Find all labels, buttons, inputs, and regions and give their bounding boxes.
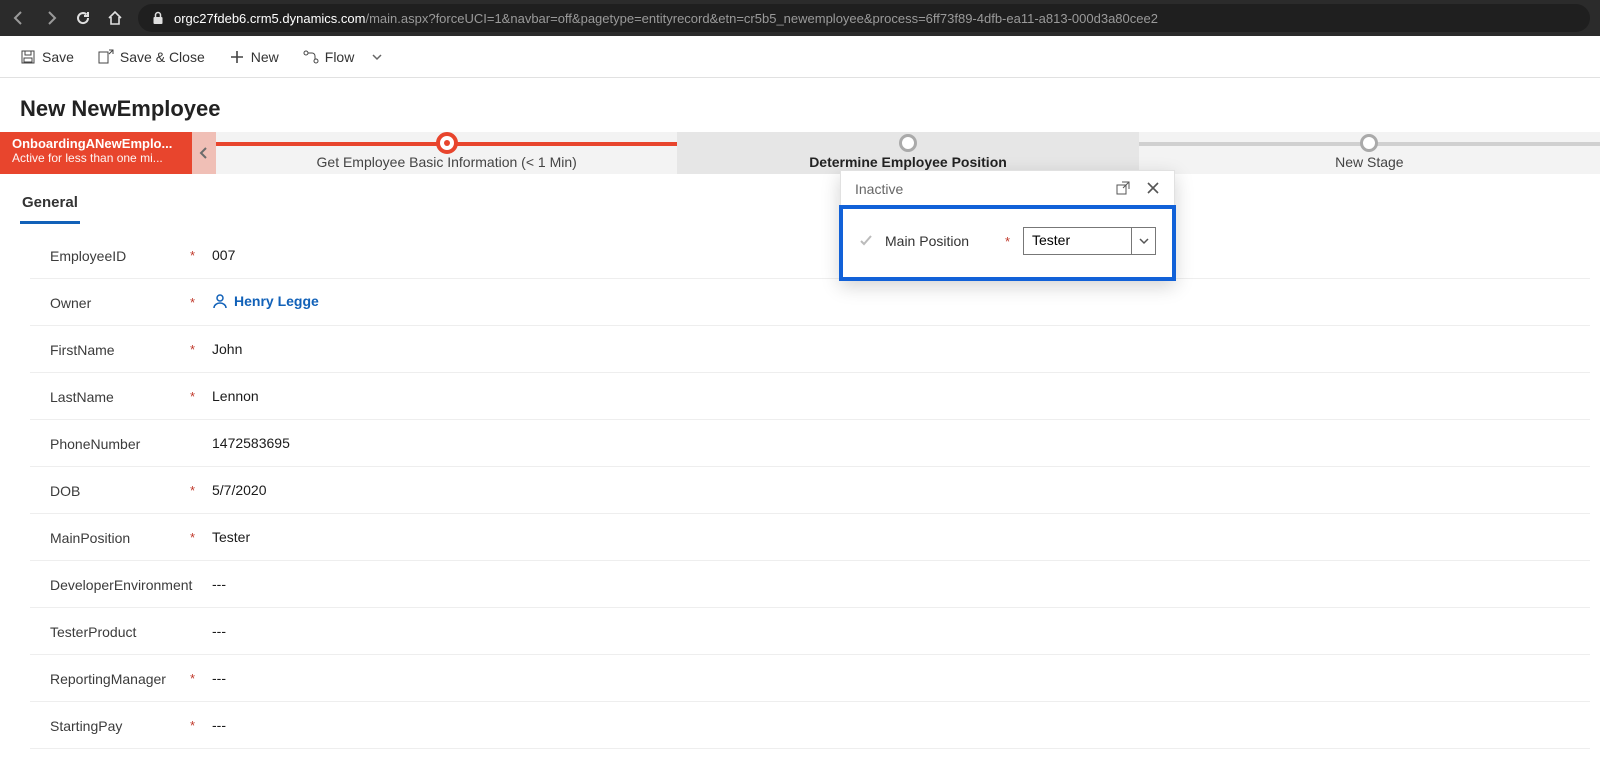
bpf-stage-3-label: New Stage [1335, 154, 1403, 170]
bpf-status: Active for less than one mi... [12, 151, 184, 165]
url-domain: orgc27fdeb6.crm5.dynamics.com [174, 11, 365, 26]
required-mark: * [1005, 234, 1013, 249]
field-label: TesterProduct [50, 622, 190, 640]
save-close-button[interactable]: Save & Close [88, 43, 215, 71]
close-icon[interactable] [1146, 181, 1162, 197]
bpf-stages: Get Employee Basic Information (< 1 Min)… [216, 132, 1600, 174]
url-path: /main.aspx?forceUCI=1&navbar=off&pagetyp… [365, 11, 1157, 26]
bpf-stage-1-label: Get Employee Basic Information (< 1 Min) [317, 154, 577, 170]
reload-button[interactable] [74, 9, 92, 27]
form-row: PhoneNumber 1472583695 [30, 420, 1590, 467]
bpf-stage-3[interactable]: New Stage [1139, 132, 1600, 174]
owner-link[interactable]: Henry Legge [212, 293, 319, 309]
stage-callout: Inactive Main Position * Tester [840, 170, 1175, 280]
browser-chrome: orgc27fdeb6.crm5.dynamics.com/main.aspx?… [0, 0, 1600, 36]
required-mark: * [190, 530, 204, 545]
field-label: FirstName [50, 340, 190, 358]
callout-header: Inactive [841, 171, 1174, 207]
field-value[interactable]: Tester [204, 529, 1590, 545]
form: EmployeeID*007Owner*Henry LeggeFirstName… [0, 224, 1600, 749]
bpf-stage-2-label: Determine Employee Position [809, 154, 1007, 170]
callout-field-label: Main Position [885, 233, 995, 249]
new-label: New [251, 49, 279, 65]
field-value[interactable]: John [204, 341, 1590, 357]
page-header: New NewEmployee [0, 78, 1600, 132]
lock-icon [152, 11, 164, 25]
field-label: PhoneNumber [50, 434, 190, 452]
required-mark: * [190, 248, 204, 263]
field-value[interactable]: 5/7/2020 [204, 482, 1590, 498]
bpf-name: OnboardingANewEmplo... [12, 136, 184, 151]
home-button[interactable] [106, 9, 124, 27]
bpf-node-done-icon [436, 132, 458, 154]
form-row: TesterProduct --- [30, 608, 1590, 655]
field-label: StartingPay [50, 716, 190, 734]
required-mark: * [190, 671, 204, 686]
callout-status: Inactive [855, 181, 903, 197]
bpf-header[interactable]: OnboardingANewEmplo... Active for less t… [0, 132, 192, 174]
new-button[interactable]: New [219, 43, 289, 71]
field-value[interactable]: --- [204, 576, 1590, 592]
field-value[interactable]: --- [204, 623, 1590, 639]
form-row: DOB*5/7/2020 [30, 467, 1590, 514]
save-close-icon [98, 49, 114, 65]
field-value[interactable]: 1472583695 [204, 435, 1590, 451]
bpf-collapse[interactable] [192, 132, 216, 174]
required-mark: * [190, 718, 204, 733]
callout-body: Main Position * Tester [839, 205, 1176, 281]
tab-general[interactable]: General [20, 188, 80, 224]
bpf-bar: OnboardingANewEmplo... Active for less t… [0, 132, 1600, 174]
popout-icon[interactable] [1116, 181, 1132, 197]
field-value[interactable]: --- [204, 717, 1590, 733]
flow-button[interactable]: Flow [293, 43, 365, 71]
required-mark: * [190, 295, 204, 310]
person-icon [212, 293, 228, 309]
bpf-stage-2[interactable]: Determine Employee Position [677, 132, 1138, 174]
field-value[interactable]: --- [204, 670, 1590, 686]
owner-name: Henry Legge [234, 293, 319, 309]
forward-button[interactable] [42, 9, 60, 27]
main-position-select[interactable]: Tester [1023, 227, 1156, 255]
field-label: MainPosition [50, 528, 190, 546]
form-row: MainPosition*Tester [30, 514, 1590, 561]
chevron-down-icon[interactable] [1131, 228, 1155, 254]
save-icon [20, 49, 36, 65]
bpf-node-icon [1360, 134, 1378, 152]
field-label: DOB [50, 481, 190, 499]
required-mark: * [190, 342, 204, 357]
required-mark: * [190, 483, 204, 498]
field-label: EmployeeID [50, 246, 190, 264]
form-row: StartingPay*--- [30, 702, 1590, 749]
field-label: DeveloperEnvironment [50, 575, 190, 593]
flow-label: Flow [325, 49, 355, 65]
form-row: LastName*Lennon [30, 373, 1590, 420]
bpf-node-icon [899, 134, 917, 152]
save-label: Save [42, 49, 74, 65]
field-label: ReportingManager [50, 669, 190, 687]
tab-bar: General [0, 174, 1600, 224]
required-mark: * [190, 389, 204, 404]
save-close-label: Save & Close [120, 49, 205, 65]
form-row: EmployeeID*007 [30, 232, 1590, 279]
page-title: New NewEmployee [20, 96, 1580, 122]
flow-icon [303, 49, 319, 65]
check-icon [859, 234, 875, 248]
address-bar[interactable]: orgc27fdeb6.crm5.dynamics.com/main.aspx?… [138, 4, 1590, 32]
form-row: DeveloperEnvironment --- [30, 561, 1590, 608]
back-button[interactable] [10, 9, 28, 27]
field-value[interactable]: Henry Legge [204, 293, 1590, 312]
field-label: LastName [50, 387, 190, 405]
field-value[interactable]: Lennon [204, 388, 1590, 404]
field-label: Owner [50, 293, 190, 311]
form-row: FirstName*John [30, 326, 1590, 373]
bpf-stage-1[interactable]: Get Employee Basic Information (< 1 Min) [216, 132, 677, 174]
flow-chevron[interactable] [368, 51, 386, 63]
plus-icon [229, 49, 245, 65]
save-button[interactable]: Save [10, 43, 84, 71]
url-text: orgc27fdeb6.crm5.dynamics.com/main.aspx?… [174, 11, 1158, 26]
command-bar: Save Save & Close New Flow [0, 36, 1600, 78]
form-row: Owner* Henry Legge [30, 279, 1590, 326]
form-row: ReportingManager*--- [30, 655, 1590, 702]
main-position-value: Tester [1024, 228, 1131, 254]
